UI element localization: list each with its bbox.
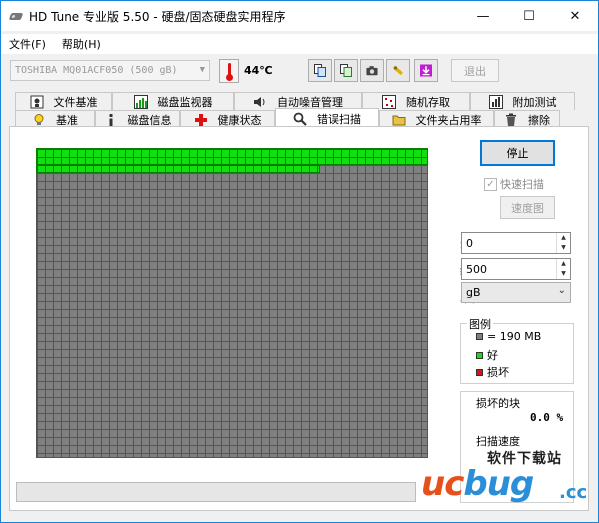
download-icon: [420, 64, 432, 77]
tab-label: 随机存取: [406, 95, 450, 109]
random-access-icon: [382, 94, 396, 109]
exit-button[interactable]: 退出: [451, 59, 499, 82]
window-title: HD Tune 专业版 5.50 - 硬盘/固态硬盘实用程序: [29, 9, 286, 24]
app-window: HD Tune 专业版 5.50 - 硬盘/固态硬盘实用程序 — ☐ ✕ 文件(…: [0, 0, 599, 523]
info-icon: [109, 113, 112, 126]
unit-select[interactable]: gB ⌄: [461, 282, 571, 303]
block-swatch: [476, 333, 483, 340]
maximize-button[interactable]: ☐: [506, 1, 552, 31]
watermark-logo-b: bug: [463, 464, 534, 504]
copy-icon: [314, 64, 326, 77]
temperature-readout: 44℃: [244, 64, 273, 77]
down-arrow-icon[interactable]: ▼: [557, 269, 570, 279]
damaged-blocks-value: 0.0 %: [530, 411, 564, 424]
menu-help[interactable]: 帮助(H): [54, 36, 109, 52]
watermark-logo-a: uc: [421, 464, 464, 504]
end-value: 500: [466, 263, 487, 276]
start-spinner[interactable]: ▲ ▼: [556, 233, 570, 253]
copy-info-button[interactable]: [308, 59, 332, 82]
tab-label: 磁盘监视器: [157, 95, 213, 109]
chart-icon: [133, 94, 148, 109]
stop-button[interactable]: 停止: [480, 140, 555, 166]
health-cross-icon: [194, 113, 207, 126]
drive-select[interactable]: TOSHIBA MQ01ACF050 (500 gB) ▼: [10, 60, 210, 81]
document-icon: [340, 64, 352, 77]
tab-extra-tests[interactable]: 附加测试: [470, 92, 575, 110]
legend-good-text: 好: [487, 349, 498, 362]
tab-disk-monitor[interactable]: 磁盘监视器: [112, 92, 234, 110]
good-swatch: [476, 351, 483, 359]
damaged-blocks-title: 损坏的块: [476, 397, 520, 410]
chevron-down-icon: ▼: [199, 65, 205, 75]
hdtune-app-icon: [8, 9, 24, 23]
camera-icon: [366, 66, 378, 76]
watermark-logo: ucbug: [421, 464, 534, 504]
tab-label: 附加测试: [512, 95, 557, 109]
legend-damaged: 损坏: [476, 364, 509, 380]
menu-file[interactable]: 文件(F): [1, 36, 54, 52]
end-spinner[interactable]: ▲ ▼: [556, 259, 570, 279]
tab-label: 文件基准: [53, 95, 98, 109]
down-arrow-icon[interactable]: ▼: [557, 243, 570, 253]
up-arrow-icon[interactable]: ▲: [557, 233, 570, 243]
menu-bar: 文件(F) 帮助(H): [1, 34, 598, 54]
unscanned-blocks: [36, 148, 428, 458]
damaged-swatch: [476, 368, 483, 376]
up-arrow-icon[interactable]: ▲: [557, 259, 570, 269]
download-button[interactable]: [414, 59, 438, 82]
scan-progress-bar: [16, 482, 416, 502]
speed-map-button[interactable]: 速度图: [500, 196, 555, 219]
toolbar: TOSHIBA MQ01ACF050 (500 gB) ▼ 44℃ 退出: [1, 55, 598, 87]
scan-block-map: [36, 148, 428, 458]
tools-icon: [393, 66, 403, 75]
checkbox-mark: ✓: [484, 177, 497, 191]
legend-block-size-text: = 190 MB: [487, 330, 542, 343]
folder-icon: [392, 115, 405, 125]
lightbulb-icon: [34, 113, 44, 125]
drive-select-value: TOSHIBA MQ01ACF050 (500 gB): [15, 65, 178, 76]
extra-tests-icon: [488, 94, 503, 109]
tab-label: 错误扫描: [317, 112, 361, 126]
speaker-icon: [254, 96, 265, 107]
screenshot-button[interactable]: [360, 59, 384, 82]
chevron-down-icon: ⌄: [557, 285, 566, 296]
start-value: 0: [466, 237, 473, 250]
tab-error-scan[interactable]: 错误扫描: [275, 108, 379, 128]
legend-good: 好: [476, 347, 498, 363]
close-button[interactable]: ✕: [552, 1, 598, 31]
watermark-tld: .cc: [559, 482, 588, 503]
start-input[interactable]: 0 ▲ ▼: [461, 232, 571, 254]
tab-file-benchmark[interactable]: 文件基准: [15, 92, 112, 110]
file-benchmark-icon: [30, 95, 43, 108]
unit-value: gB: [466, 286, 481, 299]
title-bar[interactable]: HD Tune 专业版 5.50 - 硬盘/固态硬盘实用程序 — ☐ ✕: [1, 1, 598, 31]
save-report-button[interactable]: [334, 59, 358, 82]
legend-block-size: = 190 MB: [476, 330, 541, 343]
quick-scan-label: 快速扫描: [500, 178, 544, 191]
good-blocks-partial-row: [36, 164, 320, 173]
site-watermark: 软件下载站 ucbug .cc: [391, 434, 596, 516]
legend-damaged-text: 损坏: [487, 366, 509, 379]
good-blocks: [36, 148, 428, 165]
end-input[interactable]: 500 ▲ ▼: [461, 258, 571, 280]
quick-scan-checkbox[interactable]: ✓ 快速扫描: [484, 176, 544, 192]
minimize-button[interactable]: —: [460, 1, 506, 31]
trash-icon: [506, 113, 516, 126]
thermometer-icon: [219, 59, 239, 83]
magnifier-icon: [293, 112, 307, 126]
options-button[interactable]: [386, 59, 410, 82]
